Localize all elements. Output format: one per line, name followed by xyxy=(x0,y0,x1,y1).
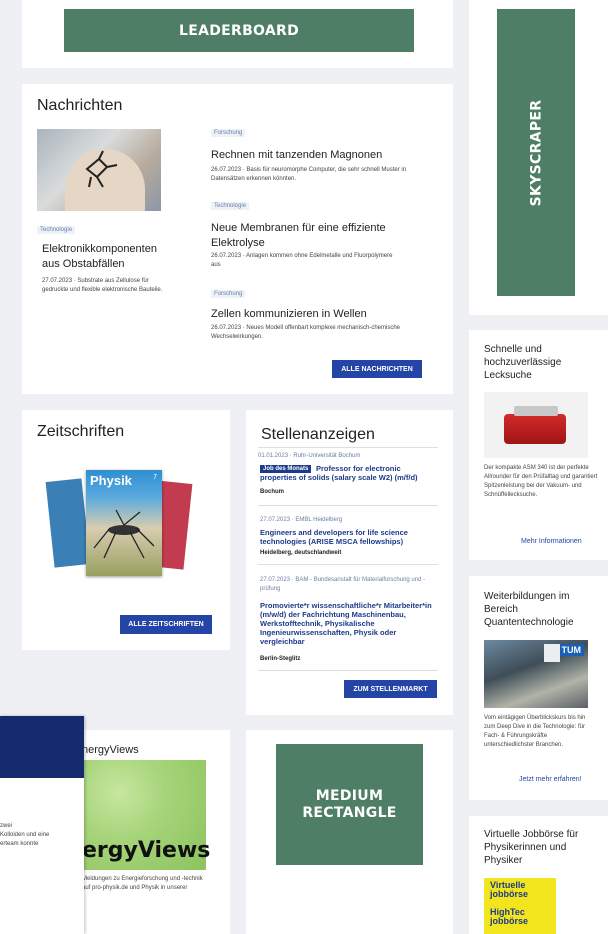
detector-top xyxy=(514,406,558,416)
sidebar-quantum-ad: Weiterbildungen im Bereich Quantentechno… xyxy=(469,576,608,800)
featured-news-text: 27.07.2023 · Substrate aus Zellulose für… xyxy=(42,278,163,293)
overlay-popup[interactable]: zwei Kolloiden und eine erteam konnte xyxy=(0,716,84,934)
news-item-2-title[interactable]: Neue Membranen für eine effiziente Elekt… xyxy=(211,221,411,251)
quantum-ad-image: TUM xyxy=(484,640,588,708)
jobs-divider-2 xyxy=(258,564,438,565)
job-2-meta: 27.07.2023 · EMBL Heidelberg xyxy=(260,517,343,523)
leak-ad-text: Der kompakte ASM 340 ist der perfekte Al… xyxy=(484,465,598,498)
jobs-divider-1 xyxy=(258,505,438,506)
news-item-2-tag: Technologie xyxy=(211,202,250,210)
jobboerse-logo-2: HighTec jobbörse xyxy=(490,907,529,926)
jobs-divider-top xyxy=(258,447,438,448)
news-item-3-tag: Forschung xyxy=(211,290,246,298)
overlay-line-3: erteam konnte xyxy=(0,841,39,847)
news-item-1-title[interactable]: Rechnen mit tanzenden Magnonen xyxy=(211,149,431,161)
jobs-divider-3 xyxy=(258,670,438,671)
news-item-1-text: 26.07.2023 · Basis für neuromorphe Compu… xyxy=(211,167,407,182)
journal-cover-front[interactable]: Physik 7 xyxy=(86,470,162,576)
quantum-ad-text: Vom eintägigen Überblickskurs bis hin zu… xyxy=(484,715,586,748)
circuit-icon xyxy=(85,150,118,188)
news-item-3-title[interactable]: Zellen kommunizieren in Wellen xyxy=(211,308,431,320)
photo-sign xyxy=(544,644,560,662)
job-3-meta: 27.07.2023 · BAM - Bundesanstalt für Mat… xyxy=(260,577,426,592)
all-news-button[interactable]: ALLE NACHRICHTEN xyxy=(332,360,422,378)
news-item-2-text: 26.07.2023 · Anlagen kommen ohne Edelmet… xyxy=(211,253,393,268)
tum-logo: TUM xyxy=(558,644,584,656)
skyscraper-label: SKYSCRAPER xyxy=(528,99,544,206)
news-heading: Nachrichten xyxy=(37,97,123,114)
quantum-ad-link[interactable]: Jetzt mehr erfahren! xyxy=(519,776,582,783)
featured-news-title[interactable]: Elektronikkomponenten aus Obstabfällen xyxy=(42,242,167,272)
leak-detector-image xyxy=(484,392,588,458)
news-item-3-text: 26.07.2023 · Neues Modell offenbart komp… xyxy=(211,325,400,340)
quantum-ad-title[interactable]: Weiterbildungen im Bereich Quantentechno… xyxy=(484,590,594,629)
leak-ad-title[interactable]: Schnelle und hochzuverlässige Lecksuche xyxy=(484,343,594,382)
energyviews-logo-text: ergyViews xyxy=(82,838,211,863)
news-item-1-tag: Forschung xyxy=(211,129,246,137)
job-3-title[interactable]: Promovierte*r wissenschaftliche*r Mitarb… xyxy=(260,601,432,646)
journals-section: Zeitschriften Physik 7 ALLE ZEITSCHRIFTE… xyxy=(22,410,230,650)
news-section: Nachrichten Technologie Elektronikkompon… xyxy=(22,84,453,394)
sidebar-leak-ad: Schnelle und hochzuverlässige Lecksuche … xyxy=(469,330,608,560)
mosquito-icon xyxy=(93,509,155,559)
jobboerse-ad-title[interactable]: Virtuelle Jobbörse für Physikerinnen und… xyxy=(484,828,599,867)
jobs-section: Stellenanzeigen 01.01.2023 · Ruhr-Univer… xyxy=(246,410,453,715)
job-1-title[interactable]: Professor for electronic properties of s… xyxy=(260,464,430,482)
energyviews-heading: nergyViews xyxy=(82,744,139,756)
overlay-line-2: Kolloiden und eine xyxy=(0,832,50,838)
detector-body xyxy=(504,414,566,444)
job-2-location: Heidelberg, deutschlandweit xyxy=(260,550,342,556)
energyviews-logo-image[interactable]: ergyViews xyxy=(82,760,210,870)
jobs-heading: Stellenanzeigen xyxy=(261,426,375,443)
jobboerse-logo-image[interactable]: Virtuelle jobbörse HighTec jobbörse xyxy=(484,878,556,934)
leak-ad-link[interactable]: Mehr Informationen xyxy=(521,538,582,545)
job-2-title[interactable]: Engineers and developers for life scienc… xyxy=(260,528,435,546)
jobboerse-logo-1: Virtuelle jobbörse xyxy=(490,880,529,899)
sidebar-jobboerse-ad: Virtuelle Jobbörse für Physikerinnen und… xyxy=(469,816,608,934)
leaderboard-ad[interactable]: LEADERBOARD xyxy=(64,9,414,52)
overlay-line-1: zwei xyxy=(0,823,13,829)
energyviews-text: Meldungen zu Energieforschung und -techn… xyxy=(82,876,203,891)
medium-rectangle-ad[interactable]: MEDIUM RECTANGLE xyxy=(276,744,423,865)
job-3-location: Berlin-Steglitz xyxy=(260,656,301,662)
skyscraper-ad[interactable]: SKYSCRAPER xyxy=(497,9,575,296)
jobs-market-button[interactable]: ZUM STELLENMARKT xyxy=(344,680,437,698)
featured-news-tag: Technologie xyxy=(37,226,76,234)
overlay-popup-header xyxy=(0,716,84,778)
all-journals-button[interactable]: ALLE ZEITSCHRIFTEN xyxy=(120,615,212,634)
job-1-meta: 01.01.2023 · Ruhr-Universität Bochum xyxy=(258,453,361,459)
featured-news-image[interactable] xyxy=(37,129,161,211)
journals-heading: Zeitschriften xyxy=(37,423,125,440)
medium-rectangle-label: MEDIUM RECTANGLE xyxy=(302,787,397,821)
journal-cover-back-left xyxy=(45,478,91,568)
job-1-location: Bochum xyxy=(260,489,284,495)
